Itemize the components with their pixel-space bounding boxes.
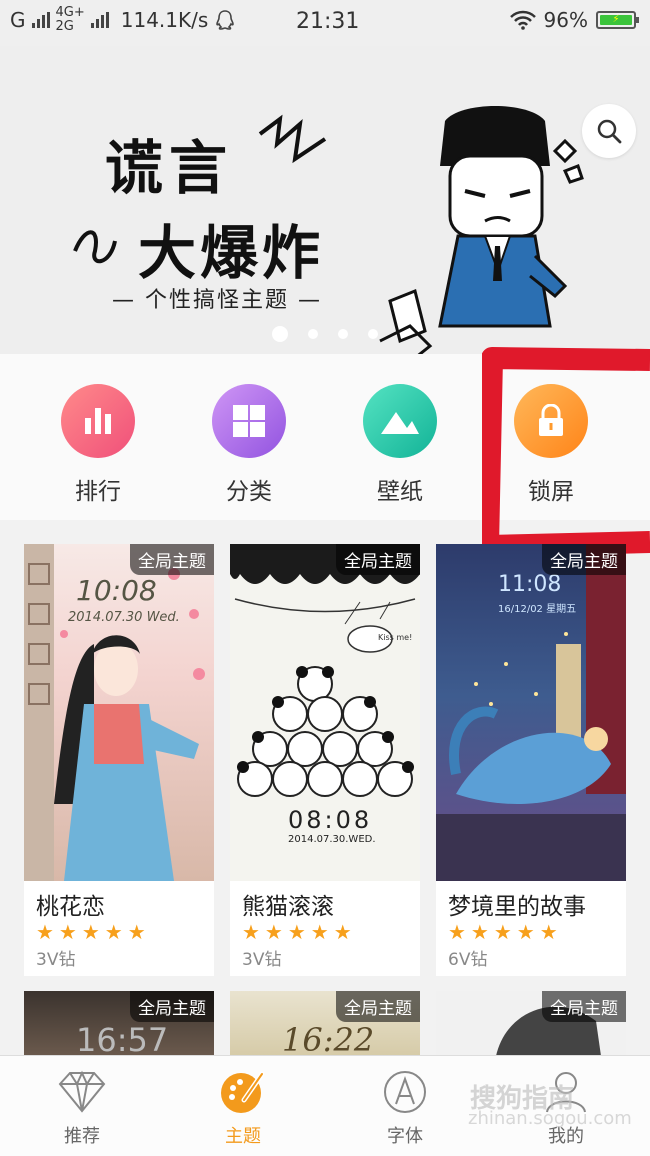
theme-tag: 全局主题 [542,544,626,575]
thumb-clock: 10:08 [76,574,157,607]
tab-label: 主题 [225,1126,261,1147]
tab-label: 字体 [387,1126,423,1147]
diamond-icon [58,1070,106,1113]
page-dot [308,329,318,339]
theme-tag: 全局主题 [336,544,420,575]
theme-thumbnail: 16:57 全局主题 [24,991,214,1056]
thumb-date: 2014.07.30 Wed. [68,610,180,625]
theme-thumbnail: 全局主题 [436,991,626,1056]
signal-icon [31,12,50,28]
theme-tag: 全局主题 [130,991,214,1022]
swirl-decoration [73,230,117,264]
tab-label: 推荐 [64,1126,100,1147]
watermark-url: zhinan.sogou.com [468,1108,632,1129]
thumb-clock: 11:08 [498,572,562,597]
clock: 21:31 [296,9,360,34]
banner-title-line1: 谎言 [105,134,234,202]
theme-thumbnail: 10:08 2014.07.30 Wed. 全局主题 [24,544,214,881]
status-bar: G 4G+ 2G 114.1K/s 21:31 96% ⚡ [0,0,650,46]
theme-price: 6V钻 [448,950,488,970]
theme-tag: 全局主题 [130,544,214,575]
category-label: 分类 [226,479,272,505]
search-icon [597,119,622,144]
banner-subtitle: — 个性搞怪主题 — [112,288,322,313]
theme-name: 熊猫滚滚 [242,894,334,920]
rating-stars: ★★★★★ [448,920,563,944]
search-button[interactable] [582,104,636,158]
font-a-icon [384,1071,426,1113]
bar-chart-icon [61,384,135,458]
theme-thumbnail: 11:08 16/12/02 星期五 全局主题 [436,544,626,881]
tab-recommend[interactable]: 推荐 [42,1070,122,1148]
scribble-decoration [258,114,327,164]
carrier1-label: G [10,8,26,32]
thumb-clock: 16:57 [76,1021,169,1056]
banner-title-line2: 大爆炸 [138,219,325,287]
tab-themes[interactable]: 主题 [203,1070,283,1148]
category-wallpaper[interactable]: 壁纸 [352,384,448,506]
category-ranking[interactable]: 排行 [50,384,146,506]
theme-card[interactable]: 10:08 2014.07.30 Wed. 全局主题 桃花恋 ★★★★★ 3V钻 [24,544,214,976]
category-label: 壁纸 [377,479,423,505]
theme-card[interactable]: 16:57 全局主题 [24,991,214,1056]
category-label: 排行 [75,479,121,505]
page-dot [338,329,348,339]
theme-card[interactable]: Kiss me! 08:08 2014.07.30.WED. 全局主题 熊猫滚滚… [230,544,420,976]
page-dot-active [272,326,288,342]
thumb-clock: 16:22 [282,1021,375,1056]
theme-card[interactable]: 全局主题 [436,991,626,1056]
mountain-icon [363,384,437,458]
theme-name: 桃花恋 [36,894,105,920]
red-highlight-annotation [482,347,650,556]
rating-stars: ★★★★★ [242,920,357,944]
theme-name: 梦境里的故事 [448,894,586,920]
theme-thumbnail: 16:22 全局主题 [230,991,420,1056]
qq-icon [216,10,235,30]
cartoon-character-illustration [379,106,584,354]
theme-thumbnail: Kiss me! 08:08 2014.07.30.WED. 全局主题 [230,544,420,881]
tab-fonts[interactable]: 字体 [365,1070,445,1148]
battery-icon: ⚡ [596,11,639,29]
network-type: 4G+ 2G [55,5,85,34]
banner-page-indicator [272,326,378,342]
theme-tag: 全局主题 [336,991,420,1022]
theme-price: 3V钻 [242,950,282,970]
signal-icon-2 [90,12,109,28]
palette-icon [221,1071,265,1113]
wifi-icon [509,10,536,30]
theme-card[interactable]: 11:08 16/12/02 星期五 全局主题 梦境里的故事 ★★★★★ 6V钻 [436,544,626,976]
thumb-date: 16/12/02 星期五 [498,604,577,615]
theme-card[interactable]: 16:22 全局主题 [230,991,420,1056]
promo-banner[interactable]: 谎言 大爆炸 — 个性搞怪主题 — [0,46,650,354]
theme-price: 3V钻 [36,950,76,970]
theme-tag: 全局主题 [542,991,626,1022]
net-speed: 114.1K/s [120,8,209,32]
grid-icon [212,384,286,458]
rating-stars: ★★★★★ [36,920,151,944]
battery-percent: 96% [543,8,588,32]
page-dot [368,329,378,339]
category-classify[interactable]: 分类 [201,384,297,506]
thumb-date: 2014.07.30.WED. [288,834,376,845]
thumb-clock: 08:08 [288,806,373,834]
